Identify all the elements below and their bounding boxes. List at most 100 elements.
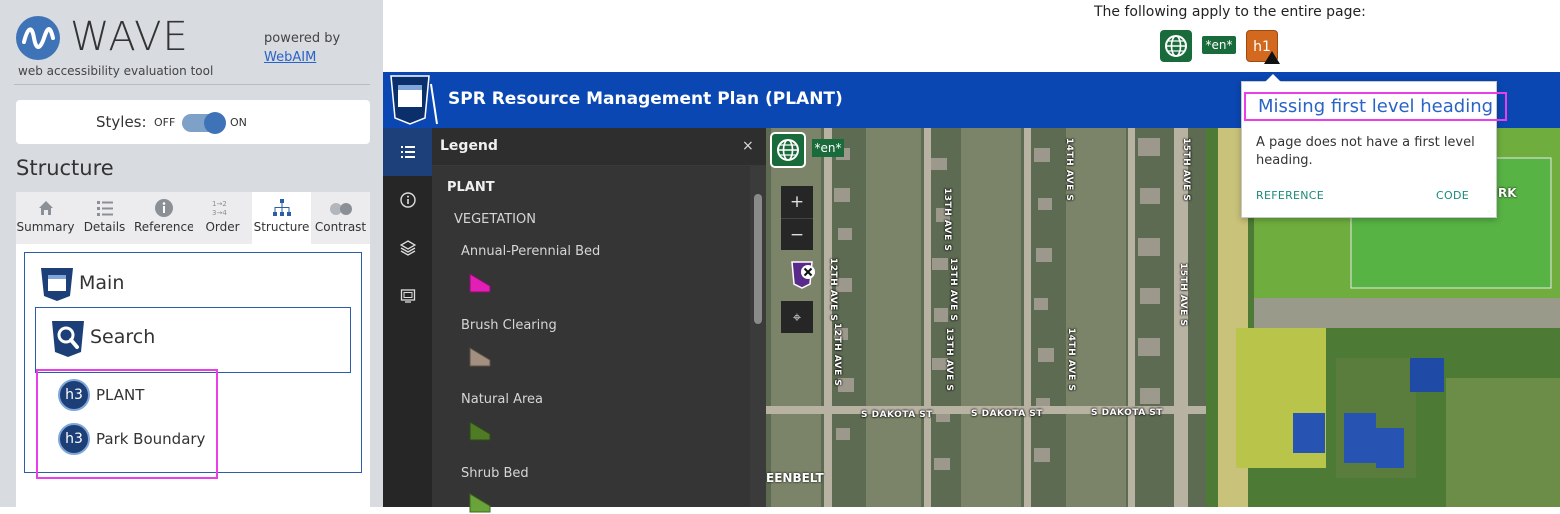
legend-item-label: Brush Clearing [461,318,557,333]
styles-toggle[interactable] [182,112,226,134]
tab-label: Structure [253,220,310,234]
tab-label: Reference [134,220,195,234]
language-globe-icon[interactable] [1160,30,1192,62]
tab-structure[interactable]: Structure [252,192,311,244]
legend-swatch-icon [469,493,491,513]
heading-item[interactable]: h3 PLANT [58,379,144,411]
language-en-badge[interactable]: *en* [1202,36,1236,54]
street-label: S DAKOTA ST [861,410,933,420]
tab-reference[interactable]: Reference [134,192,195,244]
legend-group-title: PLANT [447,180,495,195]
street-label: S DAKOTA ST [1091,408,1163,418]
widget-toolbar [383,128,432,507]
info-icon [134,192,193,220]
legend-panel: Legend × PLANT VEGETATION Annual-Perenni… [432,128,766,513]
legend-title: Legend [440,138,498,154]
tab-summary[interactable]: Summary [16,192,75,244]
layers-button[interactable] [383,224,432,272]
basemap-button[interactable] [383,272,432,320]
locate-button[interactable]: ⌖ [781,301,813,333]
street-label: 15TH AVE S [1178,263,1188,327]
language-globe-icon[interactable] [770,132,806,168]
svg-text:3→4: 3→4 [212,209,227,217]
popup-description: A page does not have a first level headi… [1256,135,1475,168]
search-landmark-icon [50,319,86,359]
wave-title: WAVE [70,14,189,60]
popup-arrow [1265,74,1281,82]
street-label: 15TH AVE S [1181,138,1191,202]
street-label: 13TH AVE S [944,328,954,392]
structure-panel: Main Search h3 PLANT h3 Park Boundary [16,244,370,507]
popup-title: Missing first level heading [1244,92,1508,121]
tab-details[interactable]: Details [75,192,134,244]
tab-label: Contrast [314,220,367,234]
info-button[interactable] [383,176,432,224]
street-label: S DAKOTA ST [971,409,1043,419]
tab-label: Order [205,220,240,234]
legend-swatch-icon [469,347,491,367]
wave-alert-popup: Missing first level heading A page does … [1241,74,1508,218]
tab-contrast[interactable]: Contrast [311,192,370,244]
wave-subtitle: web accessibility evaluation tool [18,64,214,78]
styles-label: Styles: [96,113,147,131]
map-area-label: RK [1498,186,1517,200]
wave-sidebar: WAVE web accessibility evaluation tool p… [0,0,383,507]
legend-header: Legend × [432,128,766,166]
home-icon [16,192,75,220]
wave-tabs: Summary Details Reference 1→2 3→4 Order S… [16,192,370,244]
legend-sublayer-title: VEGETATION [454,212,536,227]
street-label: 14TH AVE S [1066,328,1076,392]
main-landmark-icon [39,266,75,302]
heading-text: Park Boundary [96,430,206,448]
powered-by-text: powered by [264,31,341,46]
legend-body: PLANT VEGETATION Annual-Perennial Bed Br… [432,166,750,513]
popup-code-link[interactable]: CODE [1436,189,1469,202]
warning-triangle-icon [1264,51,1280,64]
styles-toggle-box: Styles: OFF ON [16,100,370,144]
wave-logo-icon [16,16,60,60]
tab-label: Details [83,220,126,234]
street-label: 13TH AVE S [942,188,952,252]
page-level-notice: The following apply to the entire page: [1094,4,1366,20]
styles-toggle-knob[interactable] [204,112,226,134]
street-label: 14TH AVE S [1064,138,1074,202]
app-logo-icon [387,74,439,126]
zoom-in-button[interactable]: + [781,186,813,218]
divider [14,84,370,85]
legend-swatch-icon [469,421,491,441]
close-icon[interactable]: × [742,138,754,154]
heading-item[interactable]: h3 Park Boundary [58,423,205,455]
styles-on-label: ON [230,116,247,129]
scrollbar-thumb[interactable] [754,194,762,324]
order-icon: 1→2 3→4 [193,192,252,220]
search-landmark-region[interactable]: Search [35,307,351,373]
street-label: 13TH AVE S [948,258,958,322]
map-area-label: EENBELT [766,471,824,485]
street-label: 12TH AVE S [832,323,842,387]
h3-icon: h3 [58,423,90,455]
tab-order[interactable]: 1→2 3→4 Order [193,192,252,244]
legend-item-label: Natural Area [461,392,543,407]
contrast-icon [311,192,370,220]
legend-item-label: Annual-Perennial Bed [461,244,601,259]
webaim-link[interactable]: WebAIM [264,50,316,65]
language-en-badge[interactable]: *en* [812,139,844,157]
legend-scrollbar[interactable] [750,166,766,507]
search-landmark-label: Search [90,326,156,348]
structure-icon [252,192,311,220]
panel-heading: Structure [16,156,114,180]
zoom-out-button[interactable]: − [781,218,813,250]
main-landmark-label: Main [79,272,125,294]
app-title: SPR Resource Management Plan (PLANT) [448,89,843,109]
legend-item-label: Shrub Bed [461,466,529,481]
heading-text: PLANT [96,386,145,404]
legend-swatch-icon [469,273,491,293]
tab-label: Summary [16,220,75,234]
h3-icon: h3 [58,379,90,411]
legend-toggle-button[interactable] [383,128,432,176]
wave-error-marker-icon[interactable] [790,260,816,290]
list-icon [75,192,134,220]
svg-text:1→2: 1→2 [212,200,227,208]
street-label: 12TH AVE S [828,258,838,322]
popup-reference-link[interactable]: REFERENCE [1256,189,1324,202]
